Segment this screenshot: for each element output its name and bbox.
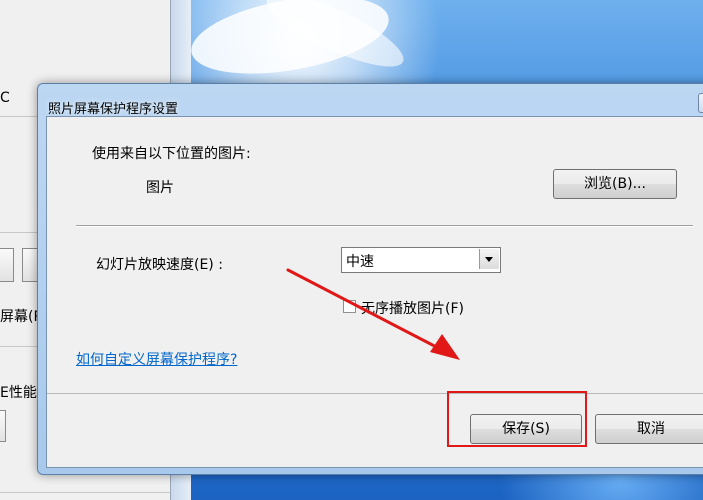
annotation-arrow [286,268,460,360]
